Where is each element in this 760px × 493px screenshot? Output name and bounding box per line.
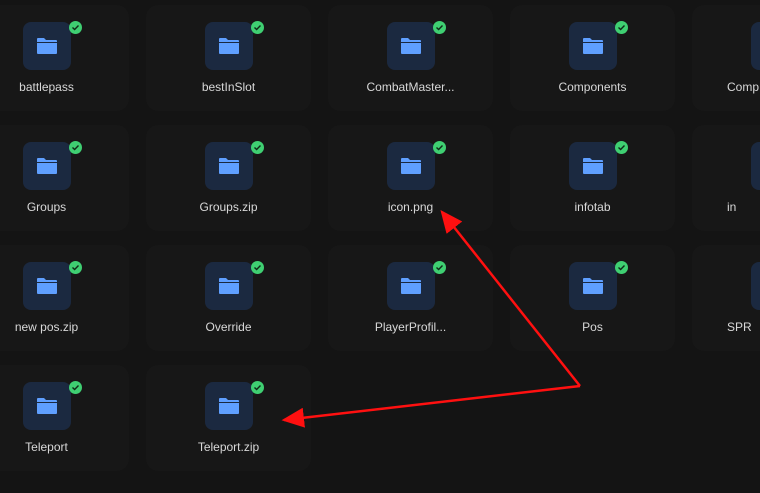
folder-item[interactable]: SPR	[692, 245, 760, 351]
folder-icon	[751, 22, 760, 70]
folder-icon	[23, 382, 71, 430]
folder-name: CombatMaster...	[366, 80, 455, 94]
folder-icon	[569, 142, 617, 190]
folder-item[interactable]: in	[692, 125, 760, 231]
folder-icon	[751, 262, 760, 310]
synced-check-icon	[615, 141, 628, 154]
folder-name: Components	[558, 80, 627, 94]
folder-name: infotab	[574, 200, 611, 214]
folder-icon	[569, 22, 617, 70]
folder-name: Teleport.zip	[197, 440, 260, 454]
folder-name: SPR	[727, 320, 752, 334]
arrow-to-teleport-zip	[281, 384, 581, 428]
folder-item[interactable]: Override	[146, 245, 311, 351]
folder-item[interactable]: Comp	[692, 5, 760, 111]
folder-item[interactable]: battlepass	[0, 5, 129, 111]
folder-icon	[387, 22, 435, 70]
folder-name: Groups	[26, 200, 67, 214]
synced-check-icon	[69, 261, 82, 274]
folder-icon	[751, 142, 760, 190]
folder-item[interactable]: infotab	[510, 125, 675, 231]
folder-icon	[23, 262, 71, 310]
folder-item[interactable]: CombatMaster...	[328, 5, 493, 111]
folder-item[interactable]: bestInSlot	[146, 5, 311, 111]
folder-item[interactable]: icon.png	[328, 125, 493, 231]
folder-item[interactable]: Groups	[0, 125, 129, 231]
folder-item[interactable]: PlayerProfil...	[328, 245, 493, 351]
synced-check-icon	[251, 21, 264, 34]
folder-item[interactable]: Components	[510, 5, 675, 111]
folder-name: Teleport	[25, 440, 68, 454]
synced-check-icon	[615, 261, 628, 274]
synced-check-icon	[615, 21, 628, 34]
folder-icon	[387, 142, 435, 190]
synced-check-icon	[251, 261, 264, 274]
synced-check-icon	[69, 21, 82, 34]
folder-item[interactable]: Teleport	[0, 365, 129, 471]
folder-item[interactable]: Groups.zip	[146, 125, 311, 231]
folder-icon	[205, 142, 253, 190]
folder-name: new pos.zip	[14, 320, 79, 334]
folder-item[interactable]: Teleport.zip	[146, 365, 311, 471]
folder-name: Pos	[582, 320, 603, 334]
synced-check-icon	[251, 381, 264, 394]
synced-check-icon	[69, 381, 82, 394]
folder-item[interactable]: Pos	[510, 245, 675, 351]
folder-name: Override	[205, 320, 252, 334]
folder-icon	[569, 262, 617, 310]
folder-icon	[23, 22, 71, 70]
folder-name: battlepass	[19, 80, 74, 94]
folder-name: PlayerProfil...	[374, 320, 447, 334]
synced-check-icon	[433, 21, 446, 34]
folder-name: in	[727, 200, 737, 214]
folder-item[interactable]: new pos.zip	[0, 245, 129, 351]
synced-check-icon	[69, 141, 82, 154]
synced-check-icon	[433, 141, 446, 154]
folder-icon	[205, 22, 253, 70]
folder-name: icon.png	[387, 200, 434, 214]
folder-name: Groups.zip	[199, 200, 258, 214]
folder-name: bestInSlot	[201, 80, 256, 94]
folder-icon	[205, 382, 253, 430]
folder-icon	[23, 142, 71, 190]
folder-name: Comp	[727, 80, 760, 94]
folder-icon	[387, 262, 435, 310]
synced-check-icon	[251, 141, 264, 154]
synced-check-icon	[433, 261, 446, 274]
folder-icon	[205, 262, 253, 310]
